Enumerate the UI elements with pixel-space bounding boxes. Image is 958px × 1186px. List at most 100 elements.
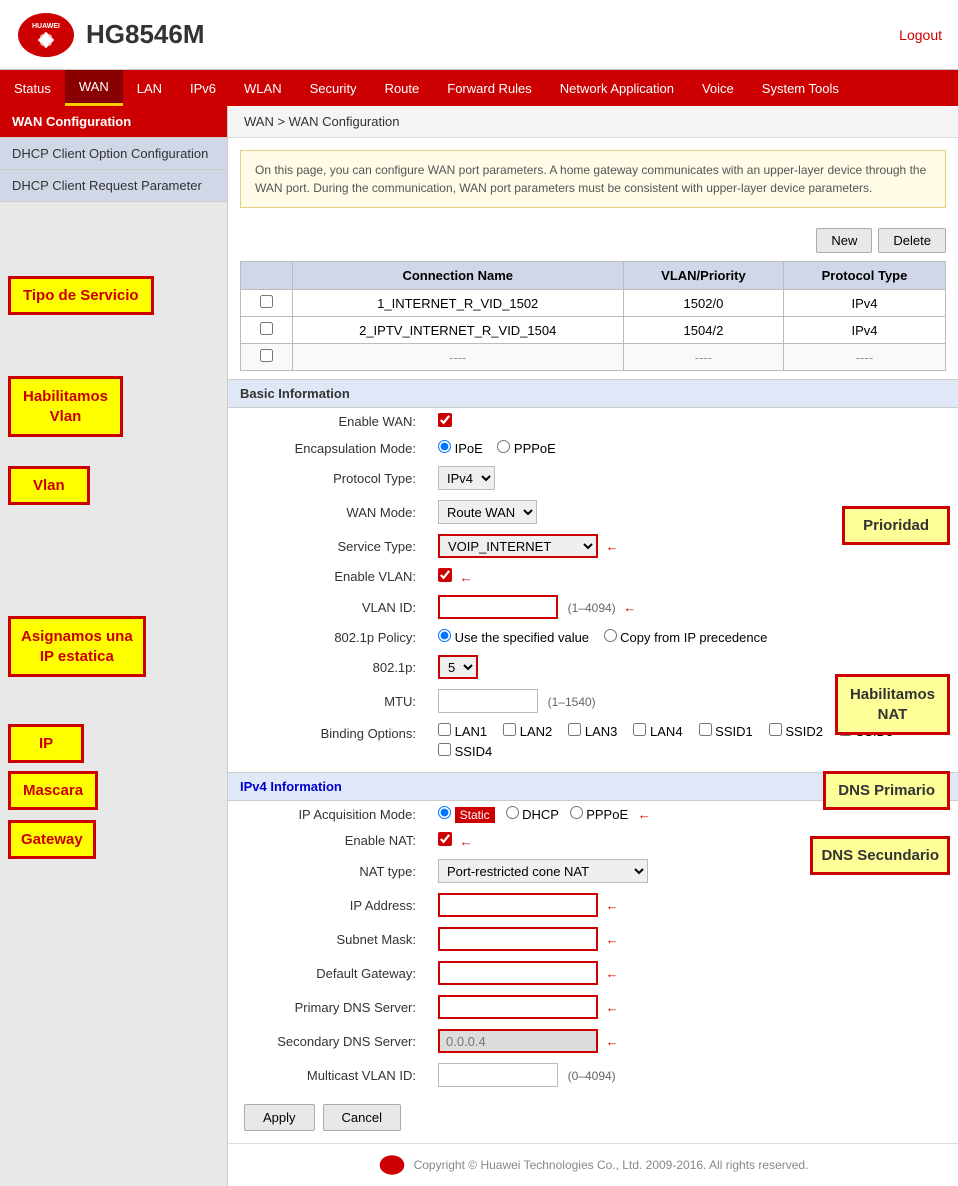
main-nav: Status WAN LAN IPv6 WLAN Security Route …: [0, 70, 958, 106]
row2-protocol: IPv4: [784, 317, 946, 344]
col-connection-name: Connection Name: [292, 262, 623, 290]
annotation-habilitamos-nat: HabilitamosNAT: [835, 674, 950, 735]
nav-item-network-application[interactable]: Network Application: [546, 70, 688, 106]
protocol-type-row: Protocol Type: IPv4: [228, 461, 958, 495]
encap-mode-label: Encapsulation Mode:: [228, 435, 428, 461]
policy-specified-label: Use the specified value: [438, 630, 593, 645]
encap-mode-row: Encapsulation Mode: IPoE PPPoE: [228, 435, 958, 461]
sidebar-item-wan-config[interactable]: WAN Configuration: [0, 106, 227, 138]
enable-vlan-checkbox[interactable]: [438, 568, 452, 582]
nav-item-system-tools[interactable]: System Tools: [748, 70, 853, 106]
policy-802-label: 802.1p Policy:: [228, 624, 428, 650]
form-actions: Apply Cancel: [228, 1092, 958, 1143]
ip-acq-dhcp-radio[interactable]: [506, 806, 519, 819]
enable-nat-label: Enable NAT:: [228, 827, 428, 854]
apply-button[interactable]: Apply: [244, 1104, 315, 1131]
encap-pppoe-radio[interactable]: [497, 440, 510, 453]
delete-button[interactable]: Delete: [878, 228, 946, 253]
row3-vlan: ----: [623, 344, 783, 371]
nav-item-ipv6[interactable]: IPv6: [176, 70, 230, 106]
col-vlan-priority: VLAN/Priority: [623, 262, 783, 290]
policy-copy-radio[interactable]: [604, 629, 617, 642]
default-gateway-arrow: ←: [606, 966, 619, 981]
protocol-type-select[interactable]: IPv4: [438, 466, 495, 490]
row3-name: ----: [292, 344, 623, 371]
nav-item-status[interactable]: Status: [0, 70, 65, 106]
enable-nat-checkbox[interactable]: [438, 832, 452, 846]
row1-checkbox[interactable]: [260, 295, 273, 308]
policy-802-1p-select[interactable]: 5: [438, 655, 478, 679]
policy-specified-radio[interactable]: [438, 629, 451, 642]
connection-table: Connection Name VLAN/Priority Protocol T…: [240, 261, 946, 371]
nav-item-wan[interactable]: WAN: [65, 70, 123, 106]
ip-address-input[interactable]: 192.168.253.20: [438, 893, 598, 917]
subnet-mask-input[interactable]: 255.255.255.0: [438, 927, 598, 951]
row1-protocol: IPv4: [784, 290, 946, 317]
footer: Copyright © Huawei Technologies Co., Ltd…: [228, 1143, 958, 1186]
binding-lan1-label: LAN1: [438, 723, 487, 739]
new-button[interactable]: New: [816, 228, 872, 253]
primary-dns-row: Primary DNS Server: 8.8.8.8 ←: [228, 990, 958, 1024]
multicast-vlan-hint: (0–4094): [568, 1069, 616, 1083]
table-row: ---- ---- ----: [241, 344, 946, 371]
row3-checkbox[interactable]: [260, 349, 273, 362]
default-gateway-label: Default Gateway:: [228, 956, 428, 990]
vlan-id-input[interactable]: 1503: [438, 595, 558, 619]
sidebar-item-dhcp-request[interactable]: DHCP Client Request Parameter: [0, 170, 227, 202]
binding-lan3[interactable]: [568, 723, 581, 736]
service-type-select[interactable]: VOIP_INTERNET: [438, 534, 598, 558]
ip-acq-pppoe-label: PPPoE: [570, 807, 632, 822]
binding-lan2-label: LAN2: [503, 723, 552, 739]
ip-address-label: IP Address:: [228, 888, 428, 922]
binding-lan4[interactable]: [633, 723, 646, 736]
mtu-input[interactable]: 1500: [438, 689, 538, 713]
binding-ssid2-label: SSID2: [769, 723, 823, 739]
default-gateway-input[interactable]: 192.168.253.1: [438, 961, 598, 985]
ip-acq-arrow: ←: [638, 807, 651, 822]
multicast-vlan-input[interactable]: [438, 1063, 558, 1087]
annotation-gateway: Gateway: [8, 820, 96, 859]
primary-dns-input[interactable]: 8.8.8.8: [438, 995, 598, 1019]
binding-ssid1[interactable]: [699, 723, 712, 736]
nav-item-security[interactable]: Security: [296, 70, 371, 106]
service-type-label: Service Type:: [228, 529, 428, 563]
row2-checkbox[interactable]: [260, 322, 273, 335]
row3-protocol: ----: [784, 344, 946, 371]
mtu-label: MTU:: [228, 684, 428, 718]
ip-acq-static-radio[interactable]: [438, 806, 451, 819]
binding-lan2[interactable]: [503, 723, 516, 736]
cancel-button[interactable]: Cancel: [323, 1104, 401, 1131]
binding-lan1[interactable]: [438, 723, 451, 736]
encap-ipoe-radio[interactable]: [438, 440, 451, 453]
annotation-tipo-servicio: Tipo de Servicio: [8, 276, 154, 315]
logout-button[interactable]: Logout: [899, 27, 942, 43]
ip-acq-dhcp-label: DHCP: [506, 807, 563, 822]
nat-type-select[interactable]: Port-restricted cone NAT: [438, 859, 648, 883]
row2-vlan: 1504/2: [623, 317, 783, 344]
nav-item-route[interactable]: Route: [371, 70, 434, 106]
secondary-dns-input[interactable]: [438, 1029, 598, 1053]
binding-lan3-label: LAN3: [568, 723, 617, 739]
enable-wan-checkbox[interactable]: [438, 413, 452, 427]
secondary-dns-arrow: ←: [606, 1034, 619, 1049]
binding-ssid2[interactable]: [769, 723, 782, 736]
vlan-id-hint: (1–4094): [568, 601, 616, 615]
binding-ssid4[interactable]: [438, 743, 451, 756]
table-row: 1_INTERNET_R_VID_1502 1502/0 IPv4: [241, 290, 946, 317]
policy-802-1p-label: 802.1p:: [228, 650, 428, 684]
enable-wan-label: Enable WAN:: [228, 408, 428, 435]
sidebar-item-dhcp-option[interactable]: DHCP Client Option Configuration: [0, 138, 227, 170]
nav-item-forward-rules[interactable]: Forward Rules: [433, 70, 546, 106]
nav-item-voice[interactable]: Voice: [688, 70, 748, 106]
nav-item-wlan[interactable]: WLAN: [230, 70, 296, 106]
enable-vlan-label: Enable VLAN:: [228, 563, 428, 590]
enable-nat-arrow: ←: [460, 834, 473, 849]
wan-mode-select[interactable]: Route WAN: [438, 500, 537, 524]
huawei-logo: HUAWEI: [16, 10, 76, 60]
nav-item-lan[interactable]: LAN: [123, 70, 176, 106]
primary-dns-label: Primary DNS Server:: [228, 990, 428, 1024]
binding-label: Binding Options:: [228, 718, 428, 764]
ip-acq-pppoe-radio[interactable]: [570, 806, 583, 819]
ip-address-row: IP Address: 192.168.253.20 ←: [228, 888, 958, 922]
primary-dns-arrow: ←: [606, 1000, 619, 1015]
